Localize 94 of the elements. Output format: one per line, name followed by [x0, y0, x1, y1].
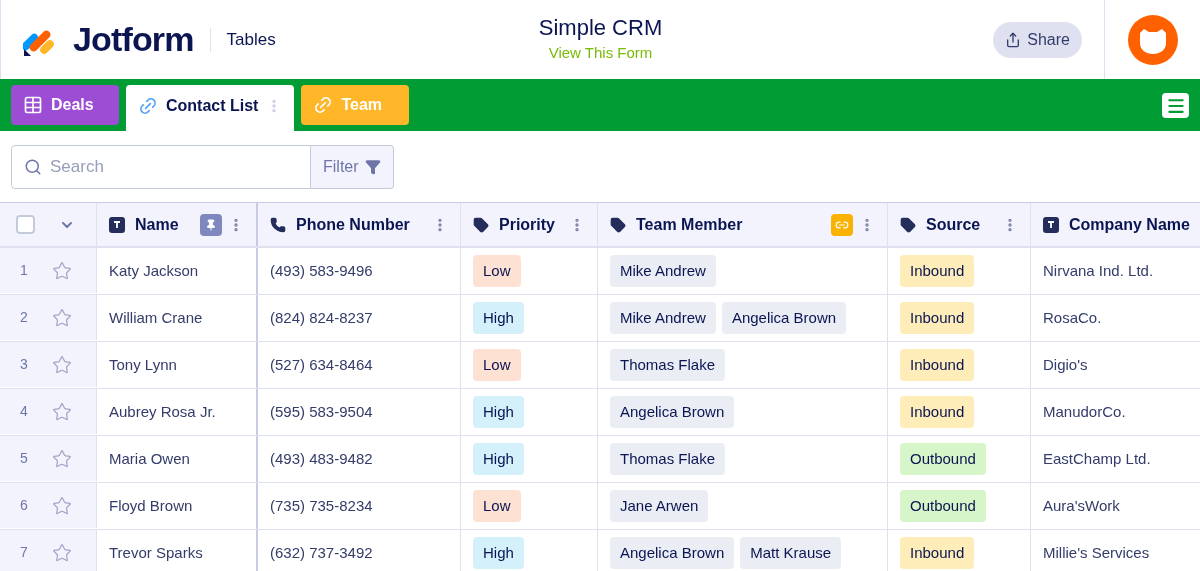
tag-chip: Low [473, 489, 521, 523]
row-number: 1 [20, 261, 28, 280]
share-button[interactable]: Share [993, 21, 1082, 58]
tag-chip: Matt Krause [740, 536, 842, 570]
star-icon[interactable] [52, 260, 72, 281]
select-all-checkbox[interactable] [16, 215, 35, 234]
table-cell: (632) 737-3492 [258, 530, 461, 571]
tag-chip: Inbound [900, 395, 975, 429]
table-cell: (735) 735-8234 [258, 483, 461, 529]
table-tab[interactable]: Contact List [126, 85, 295, 131]
star-icon[interactable] [52, 307, 72, 328]
star-icon[interactable] [52, 448, 72, 469]
text-type-icon [109, 216, 125, 233]
column-header[interactable]: Phone Number [258, 203, 461, 246]
table-cell-text: RosaCo. [1042, 307, 1103, 328]
table-cell: Tony Lynn [97, 342, 258, 388]
menu-button[interactable] [1162, 93, 1189, 118]
table-cell-text: Digio's [1042, 354, 1089, 375]
tag-icon [610, 216, 626, 233]
table-cell-text: ManudorCo. [1042, 401, 1127, 422]
tag-chip: Angelica Brown [721, 301, 847, 335]
text-type-icon [1043, 216, 1059, 233]
tag-chip: Low [473, 348, 521, 382]
row-number: 4 [20, 402, 28, 421]
row-number: 5 [20, 449, 28, 468]
tag-chip: High [473, 301, 524, 335]
column-title: Name [135, 214, 179, 235]
tag-chip: Mike Andrew [610, 301, 716, 335]
phone-icon [270, 216, 286, 233]
form-title: Simple CRM [538, 14, 663, 43]
tag-icon [900, 216, 916, 233]
pin-icon[interactable] [200, 213, 222, 236]
tag-chip: Angelica Brown [610, 395, 735, 429]
column-title: Company Name [1069, 214, 1190, 235]
tag-chip: Thomas Flake [610, 442, 726, 476]
table-icon [23, 95, 43, 115]
star-icon[interactable] [52, 542, 72, 563]
column-header[interactable]: Company Name [1031, 203, 1200, 246]
share-icon [1005, 31, 1022, 48]
tag-chip: Low [473, 254, 521, 288]
table-cell: Katy Jackson [97, 248, 258, 294]
table-cell-text: Nirvana Ind. Ltd. [1042, 260, 1155, 281]
column-title: Priority [499, 214, 555, 235]
tag-chip: Outbound [900, 442, 986, 476]
column-title: Source [926, 214, 981, 235]
table-cell: (527) 634-8464 [258, 342, 461, 388]
tag-chip: Angelica Brown [610, 536, 735, 570]
column-header[interactable]: Source [888, 203, 1031, 246]
table-cell: Floyd Brown [97, 483, 258, 529]
table-tab[interactable]: Deals [11, 85, 119, 125]
filter-icon [364, 158, 381, 175]
tag-chip: Jane Arwen [610, 489, 709, 523]
table-cell: Maria Owen [97, 436, 258, 482]
tag-chip: Inbound [900, 348, 975, 382]
filter-button[interactable]: Filter [311, 144, 394, 189]
tag-chip: Thomas Flake [610, 348, 726, 382]
table-cell: Trevor Sparks [97, 530, 258, 571]
table-cell: Aubrey Rosa Jr. [97, 389, 258, 435]
tag-chip: High [473, 442, 524, 476]
tag-chip: Inbound [900, 536, 975, 570]
tag-chip: Inbound [900, 301, 975, 335]
row-number: 2 [20, 308, 28, 327]
search-box[interactable]: Search [11, 144, 311, 189]
column-header[interactable]: Team Member [598, 203, 888, 246]
tag-chip: Outbound [900, 489, 986, 523]
tag-chip: Mike Andrew [610, 254, 716, 288]
table-cell: William Crane [97, 295, 258, 341]
brand-name: Jotform [73, 19, 194, 60]
table-cell-text: Millie's Services [1042, 542, 1151, 563]
table-cell-text: Aura'sWork [1042, 495, 1121, 516]
row-number: 3 [20, 355, 28, 374]
table-cell: (595) 583-9504 [258, 389, 461, 435]
tag-chip: High [473, 395, 524, 429]
row-number: 6 [20, 496, 28, 515]
table-cell: (824) 824-8237 [258, 295, 461, 341]
table-cell: (493) 483-9482 [258, 436, 461, 482]
row-number: 7 [20, 543, 28, 562]
search-icon [24, 157, 42, 176]
column-title: Phone Number [296, 214, 410, 235]
product-name: Tables [226, 28, 276, 51]
tag-chip: Inbound [900, 254, 975, 288]
table-cell: (493) 583-9496 [258, 248, 461, 294]
table-cell-text: EastChamp Ltd. [1042, 448, 1152, 469]
column-header[interactable]: Priority [461, 203, 598, 246]
tag-icon [473, 216, 489, 233]
column-title: Team Member [636, 214, 743, 235]
search-input[interactable]: Search [50, 153, 298, 180]
avatar-icon[interactable] [1127, 14, 1178, 65]
link-icon[interactable] [831, 213, 853, 236]
star-icon[interactable] [52, 401, 72, 422]
star-icon[interactable] [52, 354, 72, 375]
star-icon[interactable] [52, 495, 72, 516]
tag-chip: High [473, 536, 524, 570]
column-header[interactable]: Name [97, 203, 258, 246]
